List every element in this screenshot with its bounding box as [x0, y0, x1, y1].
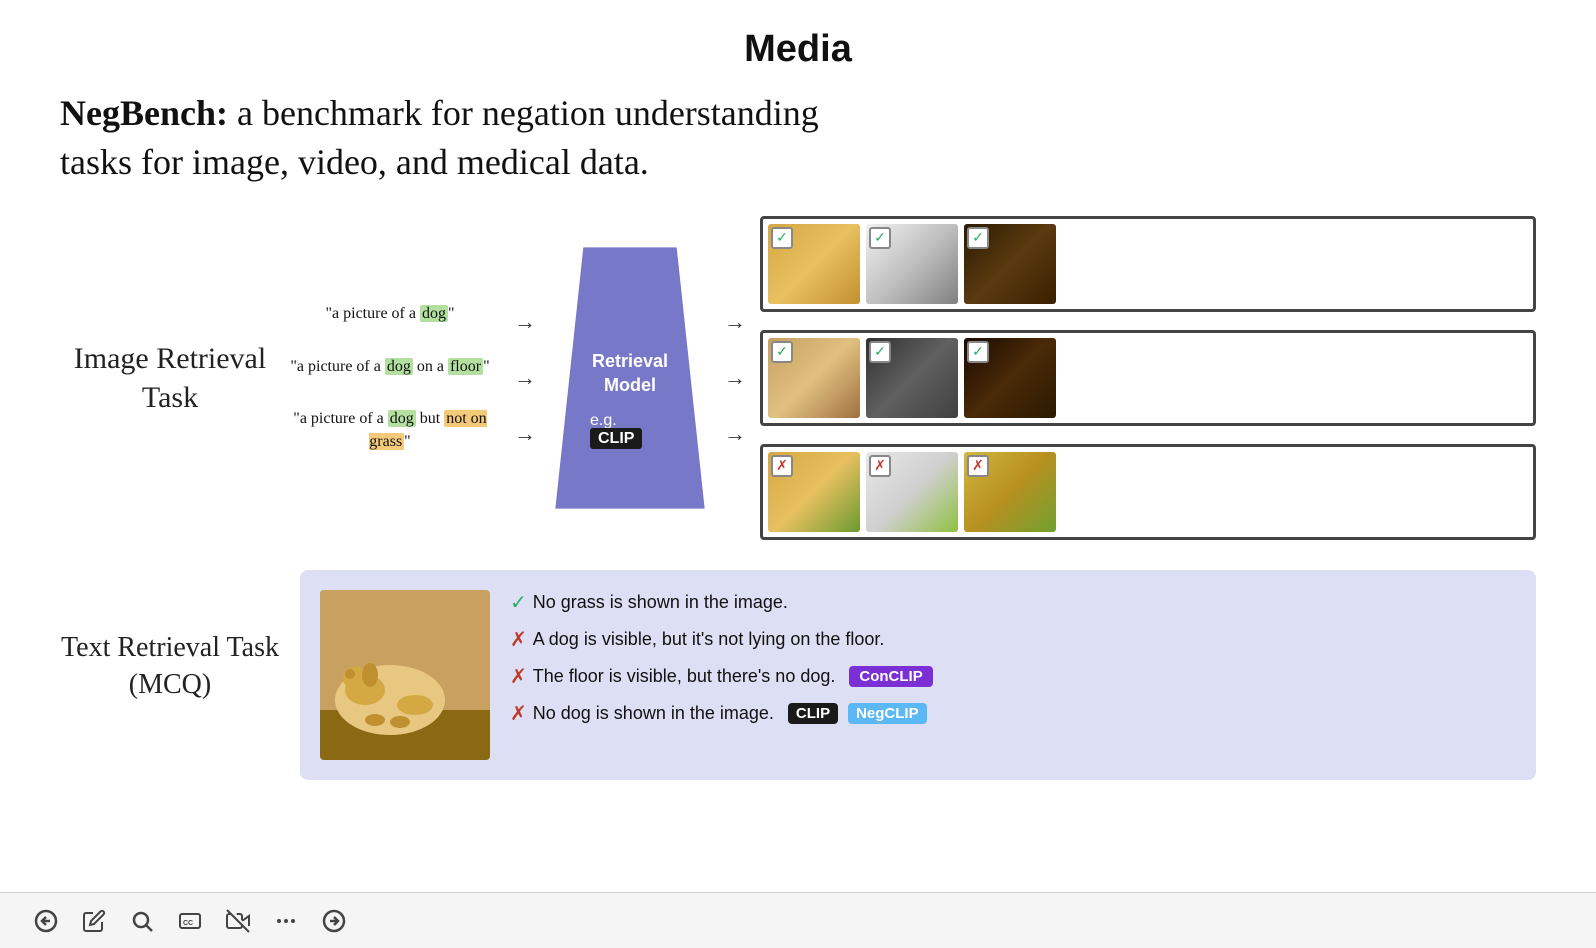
image-retrieval-label: Image Retrieval Task — [60, 339, 280, 417]
mcq-answer-4: ✗ No dog is shown in the image. CLIP Neg… — [510, 701, 1516, 726]
page-container: Media NegBench: a benchmark for negation… — [0, 0, 1596, 840]
img-cell-3-3: ✗ — [964, 452, 1056, 532]
eg-text: e.g. — [590, 412, 617, 429]
img-cell-3-2: ✗ — [866, 452, 958, 532]
image-grids: ✓ ✓ ✓ ✓ ✓ — [760, 216, 1536, 540]
img-cell-3-1: ✗ — [768, 452, 860, 532]
clip-badge: CLIP — [590, 428, 642, 449]
conclip-badge: ConCLIP — [849, 666, 932, 687]
forward-arrow-button[interactable] — [318, 905, 350, 937]
check-2-3: ✓ — [967, 341, 989, 363]
check-3-2: ✗ — [869, 455, 891, 477]
img-cell-1-1: ✓ — [768, 224, 860, 304]
headline: NegBench: a benchmark for negation under… — [60, 89, 840, 186]
arrow-out-2: → — [724, 365, 746, 391]
mcq-answer-2: ✗ A dog is visible, but it's not lying o… — [510, 627, 1516, 652]
arrows-out: → → → — [710, 309, 760, 447]
headline-bold: NegBench: — [60, 93, 228, 133]
more-options-button[interactable] — [270, 905, 302, 937]
check-2-2: ✓ — [869, 341, 891, 363]
cc-icon: CC — [178, 909, 202, 933]
main-content: NegBench: a benchmark for negation under… — [0, 89, 1596, 840]
query-2: "a picture of a dog on a floor" — [280, 356, 500, 378]
arrow-out-1: → — [724, 309, 746, 335]
queries-column: "a picture of a dog" "a picture of a dog… — [280, 303, 500, 453]
check-1-2: ✓ — [869, 227, 891, 249]
search-button[interactable] — [126, 905, 158, 937]
check-2-1: ✓ — [771, 341, 793, 363]
answer-text-2: A dog is visible, but it's not lying on … — [533, 629, 885, 650]
highlight-dog-3: dog — [388, 410, 416, 427]
img-cell-2-3: ✓ — [964, 338, 1056, 418]
image-row-3: ✗ ✗ ✗ — [760, 444, 1536, 540]
camera-off-icon — [226, 909, 250, 933]
negclip-badge: NegCLIP — [848, 703, 927, 724]
img-cell-2-1: ✓ — [768, 338, 860, 418]
camera-button[interactable] — [222, 905, 254, 937]
model-label: Retrieval Model — [592, 350, 668, 397]
clip-badge-mcq: CLIP — [788, 703, 838, 724]
clip-label-container: e.g. CLIP — [590, 412, 670, 448]
query-1: "a picture of a dog" — [280, 303, 500, 325]
pencil-icon — [82, 909, 106, 933]
arrow-3: → — [514, 421, 536, 447]
arrow-2: → — [514, 365, 536, 391]
query-3: "a picture of a dog but not on grass" — [280, 408, 500, 453]
mark-3: ✗ — [510, 664, 527, 689]
check-3-3: ✗ — [967, 455, 989, 477]
check-3-1: ✗ — [771, 455, 793, 477]
svg-text:CC: CC — [183, 920, 193, 927]
answer-text-3: The floor is visible, but there's no dog… — [533, 666, 836, 687]
image-retrieval-diagram: Image Retrieval Task "a picture of a dog… — [60, 216, 1536, 540]
img-cell-2-2: ✓ — [866, 338, 958, 418]
mcq-answers: ✓ No grass is shown in the image. ✗ A do… — [510, 590, 1516, 726]
page-title: Media — [0, 0, 1596, 89]
search-icon — [130, 909, 154, 933]
back-arrow-icon — [34, 909, 58, 933]
arrow-out-3: → — [724, 421, 746, 447]
text-retrieval-label-text: Text Retrieval Task (MCQ) — [61, 632, 279, 699]
model-label-line1: Retrieval — [592, 350, 668, 373]
answer-text-1: No grass is shown in the image. — [533, 592, 788, 613]
mcq-box: ✓ No grass is shown in the image. ✗ A do… — [300, 570, 1536, 780]
mark-2: ✗ — [510, 627, 527, 652]
arrow-1: → — [514, 309, 536, 335]
image-row-1: ✓ ✓ ✓ — [760, 216, 1536, 312]
check-1-1: ✓ — [771, 227, 793, 249]
highlight-floor: floor — [448, 358, 483, 375]
check-1-3: ✓ — [967, 227, 989, 249]
cc-button[interactable]: CC — [174, 905, 206, 937]
back-arrow-button[interactable] — [30, 905, 62, 937]
mcq-answer-1: ✓ No grass is shown in the image. — [510, 590, 1516, 615]
mark-4: ✗ — [510, 701, 527, 726]
highlight-dog-2: dog — [385, 358, 413, 375]
highlight-dog-1: dog — [420, 305, 448, 322]
model-label-line2: Model — [592, 374, 668, 397]
mcq-dog-svg — [320, 590, 490, 760]
bottom-toolbar: CC — [0, 892, 1596, 948]
pencil-button[interactable] — [78, 905, 110, 937]
text-retrieval-label: Text Retrieval Task (MCQ) — [60, 570, 280, 703]
mcq-image — [320, 590, 490, 760]
forward-arrow-icon — [322, 909, 346, 933]
answer-text-4: No dog is shown in the image. — [533, 703, 774, 724]
text-retrieval-section: Text Retrieval Task (MCQ) — [60, 570, 1536, 840]
image-row-2: ✓ ✓ ✓ — [760, 330, 1536, 426]
retrieval-model: Retrieval Model e.g. CLIP — [550, 238, 710, 518]
mcq-answer-3: ✗ The floor is visible, but there's no d… — [510, 664, 1516, 689]
img-cell-1-3: ✓ — [964, 224, 1056, 304]
highlight-not-grass: not on grass — [369, 410, 486, 449]
more-options-icon — [274, 909, 298, 933]
mark-1: ✓ — [510, 590, 527, 615]
img-cell-1-2: ✓ — [866, 224, 958, 304]
arrows-in: → → → — [500, 309, 550, 447]
